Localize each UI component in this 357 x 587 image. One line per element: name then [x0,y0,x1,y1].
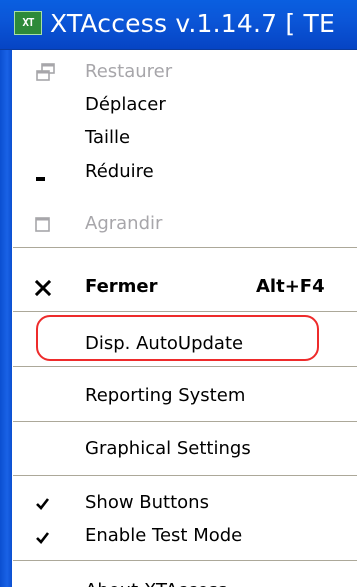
menu-item-enable-test-mode[interactable]: Enable Test Mode [13,518,357,556]
menu-item-reporting-system[interactable]: Reporting System [13,378,357,416]
close-icon [33,275,59,301]
menu-item-label: About XTAccess [85,578,227,587]
window-title: XTAccess v.1.14.7 [ TE [50,9,335,38]
menu-item-label: Disp. AutoUpdate [85,333,244,354]
menu-item-label: Agrandir [85,213,163,234]
menu-item-size[interactable]: Taille [13,120,357,158]
menu-item-minimize[interactable]: Réduire [13,154,357,192]
checkmark-icon [33,491,59,517]
app-icon[interactable]: XT [14,11,42,35]
menu-item-disp-autoupdate[interactable]: Disp. AutoUpdate [13,326,357,364]
menu-item-label: Réduire [85,161,154,182]
menu-item-maximize[interactable]: Agrandir [13,206,357,244]
menu-item-about[interactable]: About XTAccess [13,573,357,587]
menu-item-label: Taille [85,127,131,148]
maximize-icon [33,212,59,238]
menu-separator [13,475,357,476]
menu-item-label: Enable Test Mode [85,525,243,546]
menu-item-label: Show Buttons [85,492,209,513]
menu-item-close[interactable]: Fermer Alt+F4 [13,269,357,307]
system-menu: Restaurer Déplacer Taille Réduire Agrand… [13,50,357,587]
menu-item-label: Restaurer [85,61,173,82]
window-titlebar[interactable]: XT XTAccess v.1.14.7 [ TE [0,0,357,50]
screenshot-root: XT XTAccess v.1.14.7 [ TE Restaurer Dépl… [0,0,357,587]
menu-item-label: Déplacer [85,94,166,115]
menu-separator [13,311,357,312]
menu-separator [13,560,357,561]
menu-separator [13,421,357,422]
menu-item-label: Graphical Settings [85,438,251,459]
checkmark-icon [33,524,59,550]
menu-item-label: Reporting System [85,385,246,406]
restore-icon [33,60,59,86]
menu-separator [13,247,357,248]
menu-separator [13,366,357,367]
window-frame-left [0,50,12,587]
menu-shortcut: Alt+F4 [256,276,325,297]
menu-item-label: Fermer [85,276,158,297]
menu-item-graphical-settings[interactable]: Graphical Settings [13,431,357,469]
minimize-icon [33,160,59,186]
